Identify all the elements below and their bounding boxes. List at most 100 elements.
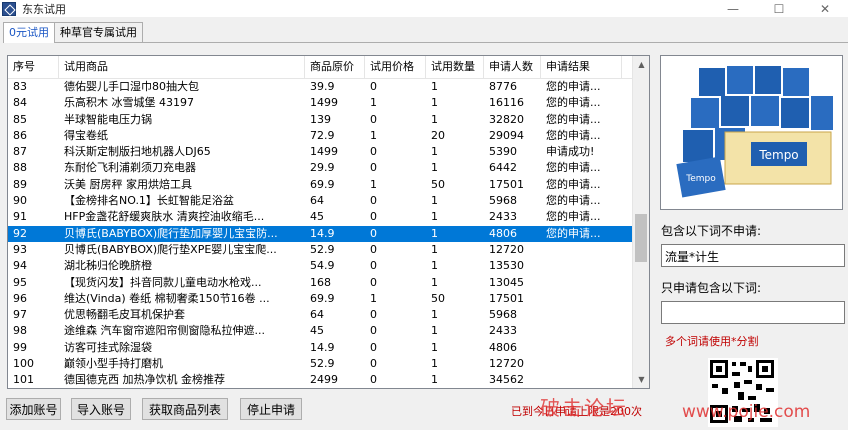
- row-original-price: 14.9: [310, 340, 335, 354]
- row-product: 贝博氏(BABYBOX)爬行垫加厚婴儿宝宝防...: [64, 226, 278, 240]
- row-applicants: 5968: [489, 308, 517, 322]
- row-trial-quantity: 1: [431, 112, 438, 126]
- tempo-tissue-product-image: Tempo Tempo: [661, 56, 842, 209]
- add-account-button[interactable]: 添加账号: [6, 398, 61, 420]
- include-keywords-input[interactable]: [661, 301, 845, 324]
- table-row[interactable]: 91 HFP金盏花舒缓爽肤水 清爽控油收缩毛... 45 0 1 2433 您的申请...: [8, 209, 632, 225]
- exclude-keywords-input[interactable]: 流量*计生: [661, 244, 845, 267]
- keyword-separator-hint: 多个词请使用*分割: [665, 335, 759, 348]
- stop-apply-button[interactable]: 停止申请: [240, 398, 302, 420]
- row-applicants: 16116: [489, 96, 524, 110]
- row-original-price: 139: [310, 112, 331, 126]
- row-applicants: 13530: [489, 259, 524, 273]
- row-product: 湖北秭归伦晚脐橙: [64, 259, 152, 273]
- column-header-index[interactable]: 序号: [8, 56, 59, 79]
- column-header-product[interactable]: 试用商品: [59, 56, 305, 79]
- table-row[interactable]: 97 优思畅翻毛皮耳机保护套 64 0 1 5968: [8, 307, 632, 323]
- tab-seeding-officer-trial[interactable]: 种草官专属试用: [54, 22, 143, 42]
- row-original-price: 52.9: [310, 357, 335, 371]
- tab-strip: 0元试用 种草官专属试用: [3, 22, 143, 43]
- vertical-scrollbar[interactable]: ▲ ▼: [632, 56, 649, 388]
- row-trial-quantity: 1: [431, 275, 438, 289]
- row-original-price: 39.9: [310, 80, 335, 93]
- row-applicants: 8776: [489, 80, 517, 93]
- table-row[interactable]: 100 巅领小型手持打磨机 52.9 0 1 12720: [8, 356, 632, 372]
- row-original-price: 72.9: [310, 128, 335, 142]
- watermark-url: www.pojie.com: [682, 402, 811, 422]
- maximize-icon[interactable]: ☐: [756, 0, 802, 17]
- table-row[interactable]: 89 沃美 厨房秤 家用烘焙工具 69.9 1 50 17501 您的申请...: [8, 177, 632, 193]
- row-original-price: 168: [310, 275, 331, 289]
- import-account-button[interactable]: 导入账号: [71, 398, 131, 420]
- column-header-applicants[interactable]: 申请人数: [484, 56, 541, 79]
- table-row[interactable]: 92 贝博氏(BABYBOX)爬行垫加厚婴儿宝宝防... 14.9 0 1 4806 您的申…: [8, 225, 632, 242]
- table-row[interactable]: 83 德佑婴儿手口湿巾80抽大包 39.9 0 1 8776 您的申请...: [8, 79, 632, 95]
- row-trial-quantity: 1: [431, 357, 438, 371]
- minimize-icon[interactable]: —: [710, 0, 756, 17]
- row-applicants: 17501: [489, 291, 524, 305]
- row-trial-quantity: 1: [431, 324, 438, 338]
- row-product: 半球智能电压力锅: [64, 112, 152, 126]
- row-trial-price: 0: [370, 259, 377, 273]
- app-logo-icon: [2, 1, 16, 16]
- row-result: 申请成功!: [546, 145, 595, 159]
- row-original-price: 45: [310, 324, 324, 338]
- product-image: Tempo Tempo: [660, 55, 843, 210]
- row-product: 途维森 汽车窗帘遮阳帘侧窗隐私拉伸遮...: [64, 324, 265, 338]
- row-trial-price: 0: [370, 145, 377, 159]
- row-result: 您的申请...: [546, 194, 601, 208]
- row-trial-price: 0: [370, 340, 377, 354]
- table-row[interactable]: 99 访客可挂式除湿袋 14.9 0 1 4806: [8, 340, 632, 356]
- row-trial-price: 0: [370, 161, 377, 175]
- tab-zero-yuan-trial[interactable]: 0元试用: [3, 22, 55, 43]
- list-header: 序号 试用商品 商品原价 试用价格 试用数量 申请人数 申请结果: [8, 56, 632, 79]
- row-applicants: 5968: [489, 194, 517, 208]
- column-header-trial-price[interactable]: 试用价格: [365, 56, 426, 79]
- close-icon[interactable]: ✕: [802, 0, 848, 17]
- table-row[interactable]: 94 湖北秭归伦晚脐橙 54.9 0 1 13530: [8, 258, 632, 274]
- column-header-trial-quantity[interactable]: 试用数量: [426, 56, 484, 79]
- row-index: 84: [13, 96, 27, 110]
- row-trial-quantity: 1: [431, 259, 438, 273]
- row-trial-quantity: 1: [431, 80, 438, 93]
- column-header-result[interactable]: 申请结果: [541, 56, 622, 79]
- row-applicants: 2433: [489, 324, 517, 338]
- row-trial-price: 0: [370, 357, 377, 371]
- table-row[interactable]: 98 途维森 汽车窗帘遮阳帘侧窗隐私拉伸遮... 45 0 1 2433: [8, 323, 632, 339]
- column-header-original-price[interactable]: 商品原价: [305, 56, 365, 79]
- table-row[interactable]: 88 东耐伦飞利浦剃须刀充电器 29.9 0 1 6442 您的申请...: [8, 160, 632, 176]
- row-trial-quantity: 1: [431, 210, 438, 224]
- table-row[interactable]: 96 维达(Vinda) 卷纸 棉韧奢柔150节16卷 ... 69.9 1 50 175…: [8, 291, 632, 307]
- scroll-down-icon[interactable]: ▼: [633, 371, 649, 388]
- row-original-price: 1499: [310, 96, 338, 110]
- row-index: 97: [13, 308, 27, 322]
- row-product: 德佑婴儿手口湿巾80抽大包: [64, 80, 199, 93]
- row-result: 您的申请...: [546, 161, 601, 175]
- fetch-product-list-button[interactable]: 获取商品列表: [142, 398, 228, 420]
- row-applicants: 12720: [489, 357, 524, 371]
- row-result: 您的申请...: [546, 210, 601, 224]
- product-list-view[interactable]: 序号 试用商品 商品原价 试用价格 试用数量 申请人数 申请结果 83 德佑婴儿手…: [7, 55, 650, 389]
- row-index: 92: [13, 226, 27, 240]
- row-product: 访客可挂式除湿袋: [64, 340, 152, 354]
- row-applicants: 17501: [489, 177, 524, 191]
- row-product: 优思畅翻毛皮耳机保护套: [64, 308, 185, 322]
- row-trial-quantity: 1: [431, 226, 438, 240]
- row-applicants: 13045: [489, 275, 524, 289]
- table-row[interactable]: 85 半球智能电压力锅 139 0 1 32820 您的申请...: [8, 112, 632, 128]
- row-trial-quantity: 1: [431, 161, 438, 175]
- table-row[interactable]: 95 【现货闪发】抖音同款儿童电动水枪戏... 168 0 1 13045: [8, 275, 632, 291]
- row-applicants: 4806: [489, 226, 517, 240]
- table-row[interactable]: 90 【金榜排名NO.1】长虹智能足浴盆 64 0 1 5968 您的申请...: [8, 193, 632, 209]
- row-index: 89: [13, 177, 27, 191]
- row-applicants: 12720: [489, 242, 524, 256]
- scroll-up-icon[interactable]: ▲: [633, 56, 649, 73]
- table-row[interactable]: 84 乐高积木 冰雪城堡 43197 1499 1 1 16116 您的申请...: [8, 95, 632, 111]
- table-row[interactable]: 93 贝博氏(BABYBOX)爬行垫XPE婴儿宝宝爬... 52.9 0 1 12720: [8, 242, 632, 258]
- table-row[interactable]: 86 得宝卷纸 72.9 1 20 29094 您的申请...: [8, 128, 632, 144]
- row-index: 88: [13, 161, 27, 175]
- table-row[interactable]: 87 科沃斯定制版扫地机器人DJ65 1499 0 1 5390 申请成功!: [8, 144, 632, 160]
- table-row[interactable]: 101 德国德克西 加热净饮机 金榜推荐 2499 0 1 34562: [8, 372, 632, 388]
- row-product: 沃美 厨房秤 家用烘焙工具: [64, 177, 192, 191]
- scroll-thumb[interactable]: [635, 214, 647, 262]
